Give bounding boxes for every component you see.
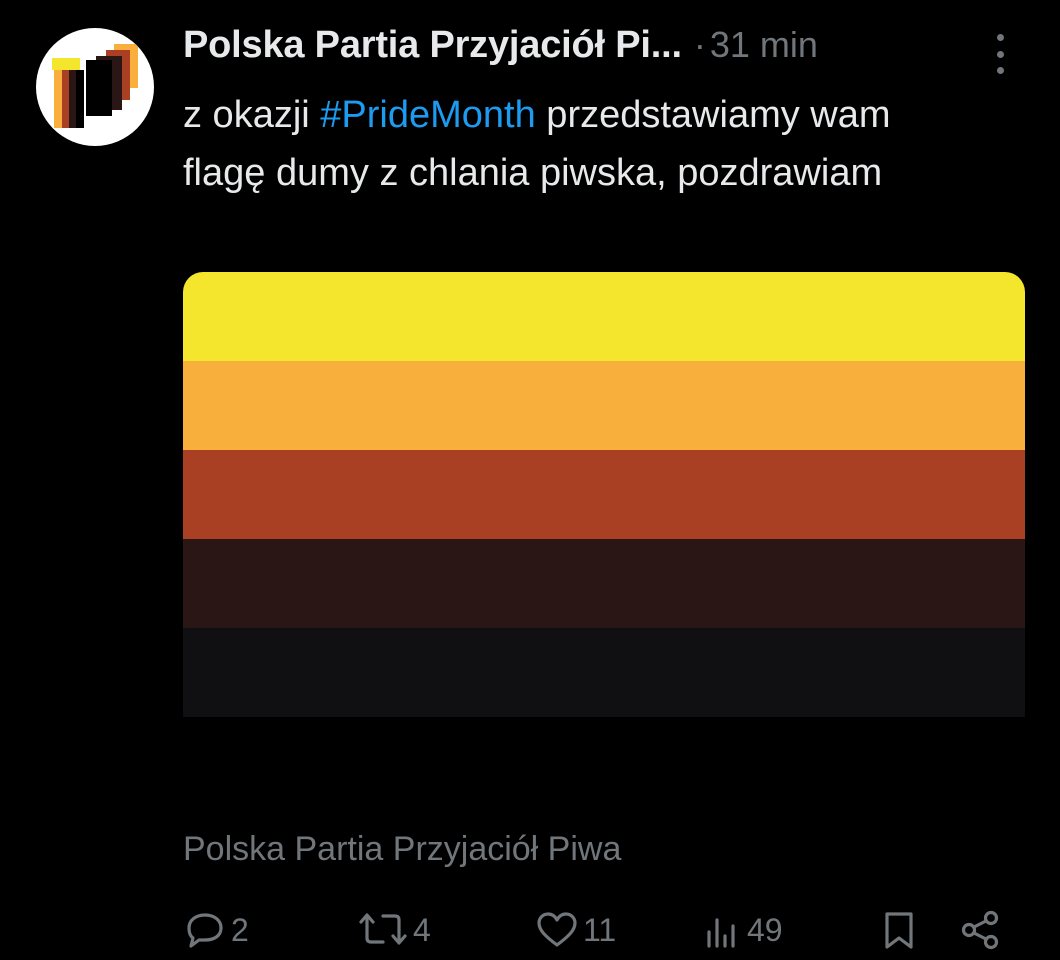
views-icon [707, 918, 735, 948]
flag-stripe-yellow [183, 272, 1025, 361]
retweet-button[interactable]: 4 [357, 910, 431, 950]
tweet-text: z okazji #PrideMonth przedstawiamy wam f… [183, 86, 983, 202]
flag-stripe-rust [183, 450, 1025, 539]
share-button[interactable] [959, 910, 1003, 950]
heart-icon [537, 912, 577, 947]
flag-stripe-light-orange [183, 361, 1025, 450]
views-count: 49 [747, 911, 783, 948]
reply-icon [187, 913, 223, 948]
image-source-label: Polska Partia Przyjaciół Piwa [183, 830, 622, 868]
flag-image[interactable] [183, 272, 1025, 717]
share-icon [961, 910, 999, 950]
reply-count: 2 [231, 911, 249, 948]
author-avatar[interactable] [36, 28, 154, 146]
hashtag-link[interactable]: #PrideMonth [320, 94, 535, 136]
retweet-icon [359, 913, 407, 945]
author-name[interactable]: Polska Partia Przyjaciół Pi... [183, 24, 682, 67]
separator-dot: · [693, 24, 706, 65]
bookmark-button[interactable] [879, 910, 919, 950]
flag-stripe-dark-brown [183, 539, 1025, 628]
views-button[interactable]: 49 [703, 910, 783, 950]
more-options-icon[interactable] [990, 34, 1010, 74]
flag-stripe-near-black [183, 628, 1025, 717]
beer-logo-icon [52, 44, 138, 128]
like-count: 11 [583, 911, 617, 948]
tweet-text-before: z okazji [183, 94, 321, 136]
action-bar: 2 4 11 49 [183, 910, 1013, 960]
tweet-header: Polska Partia Przyjaciół Pi... · 31 min [183, 24, 818, 67]
retweet-count: 4 [413, 911, 431, 948]
reply-button[interactable]: 2 [183, 910, 249, 950]
bookmark-icon [885, 912, 913, 949]
like-button[interactable]: 11 [535, 910, 616, 950]
timestamp[interactable]: 31 min [710, 24, 818, 66]
